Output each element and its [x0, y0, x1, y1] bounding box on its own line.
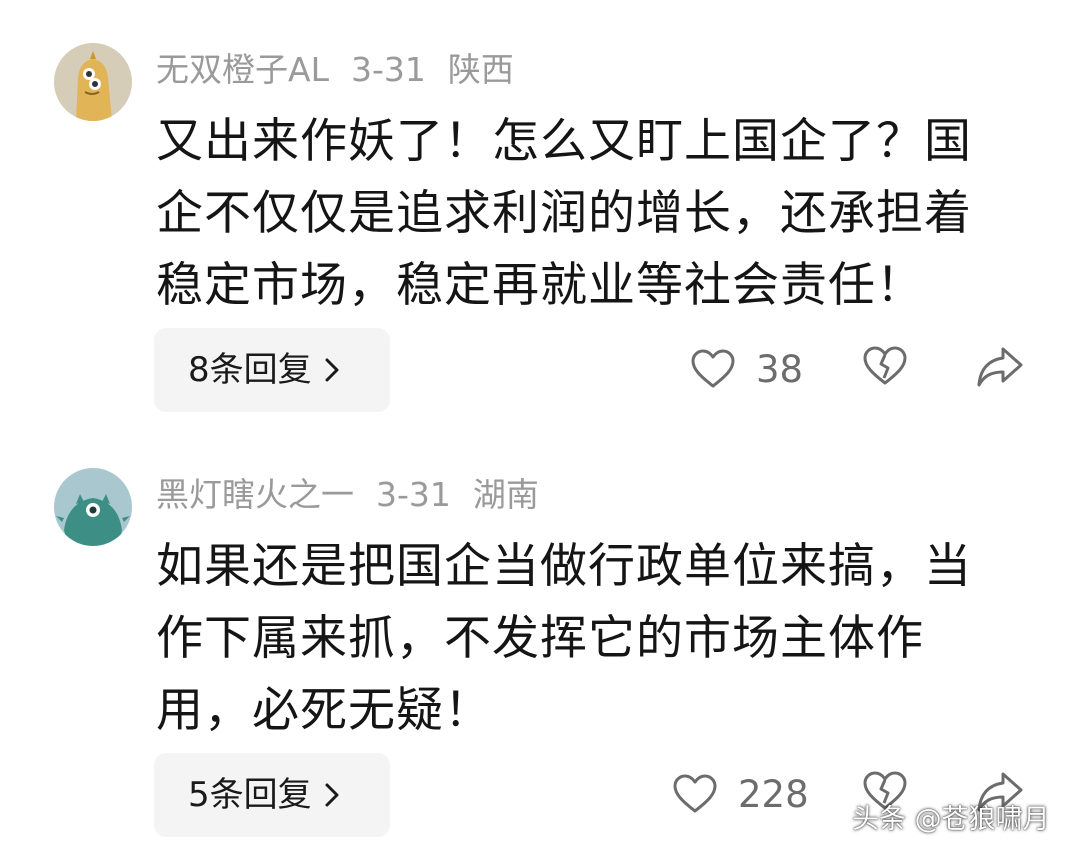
comment-text: 又出来作妖了！怎么又盯上国企了？国 企不仅仅是追求利润的增长，还承担着 稳定市场…: [156, 106, 1006, 322]
username[interactable]: 黑灯瞎火之一: [156, 475, 354, 514]
heart-icon: [673, 774, 717, 813]
comment-text-line: 企不仅仅是追求利润的增长，还承担着: [156, 186, 972, 241]
like-count: 228: [738, 773, 809, 816]
watermark: 头条 @苍狼啸月: [852, 804, 1050, 835]
comment-date: 3-31: [350, 50, 426, 89]
dislike-button[interactable]: [862, 345, 914, 395]
comment-item: 黑灯瞎火之一 3-31 湖南 如果还是把国企当做行政单位来搞，当 作下属来抓，不发挥…: [0, 425, 1080, 858]
share-icon: [977, 347, 1023, 387]
comment-location: 湖南: [472, 475, 539, 514]
like-count: 38: [756, 348, 804, 391]
chevron-right-icon: [324, 753, 340, 837]
reply-count-label: 5条回复: [188, 775, 312, 815]
comment-meta: 黑灯瞎火之一 3-31 湖南: [156, 473, 561, 517]
comment-item: 无双橙子AL 3-31 陕西 又出来作妖了！怎么又盯上国企了？国 企不仅仅是追求利润…: [0, 0, 1080, 425]
user-avatar[interactable]: [54, 468, 132, 546]
comment-text-line: 稳定市场，稳定再就业等社会责任！: [156, 258, 924, 313]
comment-text-line: 如果还是把国企当做行政单位来搞，当: [156, 539, 972, 594]
comment-date: 3-31: [376, 475, 451, 514]
heart-icon: [691, 349, 735, 388]
share-button[interactable]: [975, 345, 1027, 395]
view-replies-button[interactable]: 5条回复: [154, 753, 390, 837]
like-button[interactable]: 228: [672, 770, 822, 820]
username[interactable]: 无双橙子AL: [156, 50, 329, 89]
comment-text-line: 又出来作妖了！怎么又盯上国企了？国: [156, 114, 972, 169]
comment-text: 如果还是把国企当做行政单位来搞，当 作下属来抓，不发挥它的市场主体作 用，必死无…: [156, 531, 1006, 747]
chevron-right-icon: [324, 328, 340, 412]
user-avatar[interactable]: [54, 43, 132, 121]
monster-avatar-icon: [54, 468, 132, 546]
comment-text-line: 作下属来抓，不发挥它的市场主体作: [156, 611, 924, 666]
comment-location: 陕西: [447, 50, 514, 89]
comment-meta: 无双橙子AL 3-31 陕西: [156, 48, 536, 92]
comment-list: 无双橙子AL 3-31 陕西 又出来作妖了！怎么又盯上国企了？国 企不仅仅是追求利润…: [0, 0, 1080, 858]
chick-avatar-icon: [54, 43, 132, 121]
reply-count-label: 8条回复: [188, 350, 312, 390]
comment-text-line: 用，必死无疑！: [156, 683, 492, 738]
broken-heart-icon: [863, 346, 907, 385]
view-replies-button[interactable]: 8条回复: [154, 328, 390, 412]
like-button[interactable]: 38: [690, 345, 840, 395]
